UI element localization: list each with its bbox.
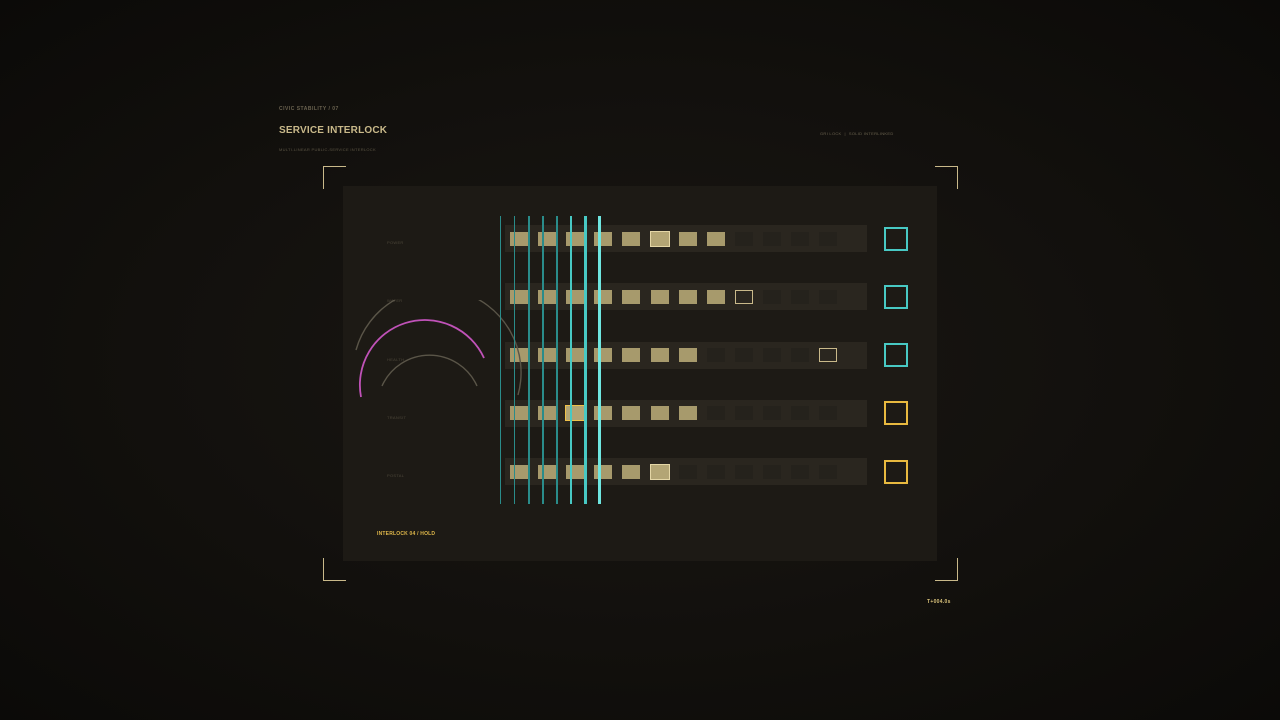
row-cell [650, 348, 669, 363]
sweep-line [514, 216, 516, 504]
dial-arc-inner [381, 354, 478, 387]
row-cell [566, 289, 585, 304]
row-cell [622, 348, 641, 363]
row-cell [791, 289, 809, 304]
row-cell [538, 406, 557, 421]
row-cell [762, 231, 781, 246]
row-cell [706, 464, 725, 479]
dial-arc-active [358, 319, 485, 398]
row-cell [538, 231, 557, 246]
row-label: POWER [387, 240, 404, 245]
row-cell [819, 406, 838, 421]
row-cell [734, 406, 753, 421]
row-cell [734, 464, 753, 479]
row-cell [819, 464, 838, 479]
row-cell [594, 406, 613, 421]
row-cell [622, 406, 641, 421]
row-status-indicator[interactable] [884, 459, 908, 484]
frame-corner-bottom-right [935, 558, 958, 581]
row-cursor-cell [649, 230, 670, 247]
row-cell [622, 464, 641, 479]
row-cursor-cell [565, 405, 586, 422]
row-cell [678, 464, 697, 479]
row-cell [650, 289, 669, 304]
row-cell [594, 464, 613, 479]
row-status-indicator[interactable] [884, 284, 908, 309]
row-cell [594, 289, 613, 304]
row-cell [762, 406, 781, 421]
row-cell [762, 464, 781, 479]
row-cell [594, 348, 613, 363]
row-cursor-cell [734, 289, 753, 304]
row-cell [538, 464, 557, 479]
header-meta: GRI LOCK | SOLID INTERLINKED [820, 131, 894, 136]
row-cell [566, 231, 585, 246]
row-cell [510, 464, 528, 479]
row-cell [622, 231, 641, 246]
row-cell [594, 231, 613, 246]
row-cell [678, 289, 697, 304]
row-cell [706, 231, 725, 246]
sweep-line [556, 216, 559, 504]
row-cell [650, 406, 669, 421]
row-cell [734, 231, 753, 246]
row-cell [819, 231, 838, 246]
row-cell [734, 348, 753, 363]
row-cursor-cell [819, 348, 838, 363]
row-cell [678, 348, 697, 363]
row-cell [791, 348, 809, 363]
meta-left: GRI LOCK [820, 131, 842, 136]
row-cell [791, 231, 809, 246]
row-cell [678, 406, 697, 421]
row-cell [791, 406, 809, 421]
sweep-line [598, 216, 601, 504]
row-cell [706, 406, 725, 421]
page-subtitle: MULTI-LINEAR PUBLIC-SERVICE INTERLOCK [279, 147, 376, 152]
row-status-indicator[interactable] [884, 401, 908, 426]
row-cursor-cell [649, 463, 670, 480]
row-cell [819, 289, 838, 304]
row-cell [510, 231, 528, 246]
row-cell [622, 289, 641, 304]
sweep-line [542, 216, 544, 504]
row-cell [762, 348, 781, 363]
row-label: TRANSIT [387, 414, 407, 420]
sweep-line [584, 216, 587, 504]
meta-right: SOLID INTERLINKED [848, 131, 894, 136]
row-cell [538, 289, 557, 304]
row-cell [566, 464, 585, 479]
row-label: POSTAL [387, 473, 405, 479]
row-cell [706, 348, 725, 363]
row-cell [762, 289, 781, 304]
status-readout: INTERLOCK 04 / HOLD [377, 531, 436, 537]
eyebrow-label: CIVIC STABILITY / 07 [279, 106, 339, 112]
frame-corner-top-right [935, 166, 958, 189]
dial-arc-outer [355, 300, 522, 396]
page-title: SERVICE INTERLOCK [279, 125, 388, 136]
row-cell [791, 464, 809, 479]
frame-corner-bottom-left [323, 558, 346, 581]
row-cell [678, 231, 697, 246]
row-status-indicator[interactable] [884, 226, 908, 251]
row-status-indicator[interactable] [884, 343, 908, 368]
timer-readout: T+004.0s [927, 599, 951, 605]
row-cell [566, 348, 585, 363]
dial-arcs [355, 300, 522, 398]
row-cell [538, 348, 557, 363]
sweep-line [500, 216, 501, 504]
sweep-line [570, 216, 573, 504]
row-cell [706, 289, 725, 304]
sweep-line [528, 216, 530, 504]
